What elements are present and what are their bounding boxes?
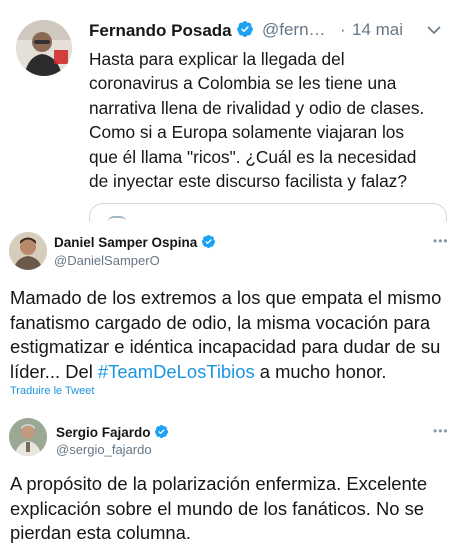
tweet-text-line: de inyectar este discurso facilista y fa… (89, 171, 407, 192)
author-name[interactable]: Sergio Fajardo (56, 424, 169, 440)
tweet-text-line: pierdan esta columna. (10, 522, 191, 544)
tweet-text-line: fanatismo cargado de odio, la misma voca… (10, 311, 431, 333)
author-handle[interactable]: @fern… (262, 20, 326, 40)
translate-tweet-link[interactable]: Traduire le Tweet (10, 385, 94, 397)
tweet-text: Mamado de los extremos a los que empata … (10, 286, 450, 385)
author-name-text[interactable]: Daniel Samper Ospina (54, 235, 197, 250)
more-options-icon[interactable]: ••• (433, 424, 449, 438)
tweet-text: A propósito de la polarización enfermiza… (10, 472, 450, 546)
verified-badge-icon (155, 424, 169, 439)
tweet-date[interactable]: 14 mai (352, 20, 403, 40)
text-segment: a mucho honor. (254, 361, 387, 383)
tweet-text-line: Mamado de los extremos a los que empata … (10, 287, 442, 308)
more-options-icon[interactable]: ••• (433, 234, 449, 248)
avatar-fernando-posada[interactable] (16, 20, 72, 76)
author-name-text[interactable]: Sergio Fajardo (56, 425, 151, 440)
tweet-text-line: A propósito de la polarización enfermiza… (10, 473, 428, 494)
avatar-daniel-samper[interactable] (9, 232, 47, 270)
tweet-daniel-samper[interactable]: Daniel Samper Ospina @DanielSamperO ••• … (0, 222, 453, 402)
author-handle[interactable]: @DanielSamperO (54, 253, 160, 268)
tweet-text-line: estigmatizar e idéntica incapacidad para… (10, 336, 441, 358)
text-segment: líder... Del (10, 361, 98, 383)
tweet-text-line: narrativa llena de rivalidad y odio de c… (89, 97, 425, 118)
author-handle[interactable]: @sergio_fajardo (56, 442, 152, 457)
tweet-text-line: explicación sobre el mundo de los fanáti… (10, 497, 425, 519)
verified-badge-icon (202, 234, 216, 249)
tweet-text-line-last: líder... Del #TeamDeLosTibios a mucho ho… (10, 360, 450, 385)
author-name[interactable]: Fernando Posada (89, 20, 254, 41)
hashtag-link[interactable]: #TeamDeLosTibios (98, 361, 255, 382)
avatar-sergio-fajardo[interactable] (9, 418, 47, 456)
tweet-text-line: que él llama "ricos". ¿Cuál es la necesi… (89, 146, 417, 167)
separator-dot: · (340, 20, 346, 39)
author-name-text[interactable]: Fernando Posada (89, 21, 232, 40)
tweet-fernando-posada[interactable]: Fernando Posada @fern… · 14 mai Hasta pa… (0, 0, 453, 233)
tweet-text-line: Hasta para explicar la llegada del (89, 49, 345, 69)
tweet-text-line: coronavirus a Colombia se les tiene una (89, 73, 397, 94)
tweet-sergio-fajardo[interactable]: Sergio Fajardo @sergio_fajardo ••• A pro… (0, 402, 453, 550)
tweet-text: Hasta para explicar la llegada del coron… (89, 47, 449, 193)
chevron-down-icon[interactable] (426, 22, 442, 38)
verified-badge-icon (237, 21, 254, 37)
tweet-text-line: Como si a Europa solamente viajaran los (89, 122, 405, 143)
author-name[interactable]: Daniel Samper Ospina (54, 234, 216, 250)
